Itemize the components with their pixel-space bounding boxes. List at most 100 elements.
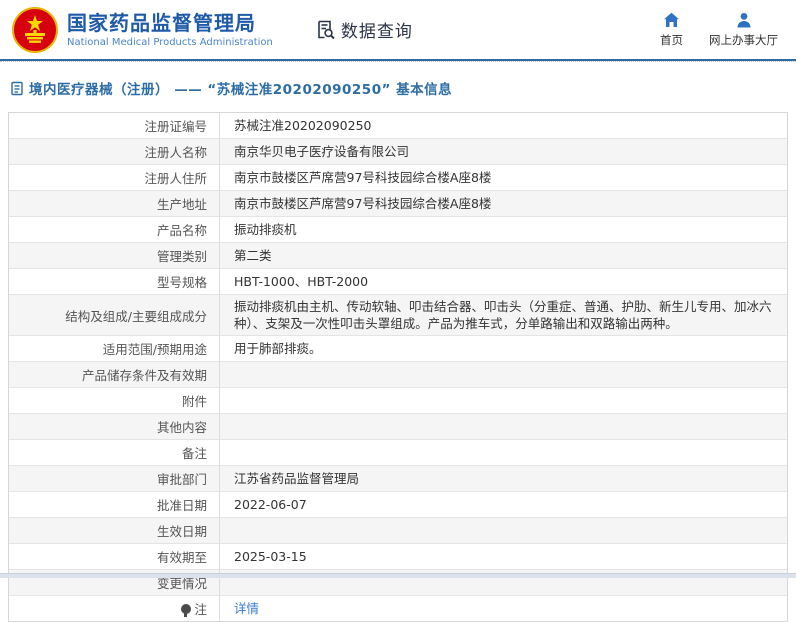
brand[interactable]: 国家药品监督管理局 National Medical Products Admi… — [12, 6, 273, 53]
row-label: 有效期至 — [156, 550, 207, 565]
row-value-cell: 振动排痰机由主机、传动软轴、叩击结合器、叩击头（分重症、普通、护肋、新生儿专用、… — [219, 295, 787, 335]
row-label: 结构及组成/主要组成成分 — [65, 308, 207, 324]
table-row: 注 详情 — [9, 595, 787, 621]
footer-strip — [0, 573, 796, 578]
nav-service-hall[interactable]: 网上办事大厅 — [709, 12, 778, 48]
row-label: 型号规格 — [156, 275, 207, 290]
row-label-cell: 适用范围/预期用途 — [9, 336, 219, 361]
table-row: 生产地址 南京市鼓楼区芦席营97号科技园综合楼A座8楼 — [9, 190, 787, 216]
row-label: 审批部门 — [156, 472, 207, 487]
row-label: 生产地址 — [156, 197, 207, 212]
row-label: 批准日期 — [156, 498, 207, 513]
row-value: 2022-06-07 — [234, 497, 307, 512]
row-label: 生效日期 — [156, 524, 207, 539]
home-icon — [663, 12, 680, 29]
row-value: HBT-1000、HBT-2000 — [234, 274, 369, 289]
row-label-cell: 型号规格 — [9, 269, 219, 294]
row-value-cell: 南京市鼓楼区芦席营97号科技园综合楼A座8楼 — [219, 165, 787, 190]
row-label-cell: 产品名称 — [9, 217, 219, 242]
row-value-cell: 江苏省药品监督管理局 — [219, 466, 787, 491]
row-value-cell: 南京市鼓楼区芦席营97号科技园综合楼A座8楼 — [219, 191, 787, 216]
nav-home[interactable]: 首页 — [660, 12, 683, 48]
table-row: 注册人名称 南京华贝电子医疗设备有限公司 — [9, 138, 787, 164]
row-value: 用于肺部排痰。 — [234, 341, 322, 356]
row-value-cell: 苏械注准20202090250 — [219, 113, 787, 138]
row-label: 备注 — [181, 446, 207, 461]
data-query-label: 数据查询 — [340, 22, 413, 42]
row-label-cell: 批准日期 — [9, 492, 219, 517]
row-label-cell: 管理类别 — [9, 243, 219, 268]
row-value-cell: 南京华贝电子医疗设备有限公司 — [219, 139, 787, 164]
note-icon — [181, 603, 192, 617]
row-value-cell — [219, 414, 787, 439]
row-label-cell: 注 — [9, 596, 219, 621]
breadcrumb: 境内医疗器械（注册） —— “苏械注准20202090250” 基本信息 — [0, 62, 796, 112]
document-icon — [11, 81, 23, 95]
row-label: 其他内容 — [156, 420, 207, 435]
row-value-cell — [219, 440, 787, 465]
row-value: 南京华贝电子医疗设备有限公司 — [234, 144, 410, 159]
national-emblem-logo — [12, 6, 58, 53]
detail-link[interactable]: 详情 — [234, 600, 259, 617]
brand-text: 国家药品监督管理局 National Medical Products Admi… — [67, 11, 273, 49]
page: 国家药品监督管理局 National Medical Products Admi… — [0, 0, 796, 622]
row-label: 附件 — [181, 394, 207, 409]
table-row: 批准日期 2022-06-07 — [9, 491, 787, 517]
row-label: 产品储存条件及有效期 — [81, 368, 207, 383]
table-row: 管理类别 第二类 — [9, 242, 787, 268]
row-label: 产品名称 — [156, 223, 207, 238]
row-value-cell: 用于肺部排痰。 — [219, 336, 787, 361]
nav-service-hall-label: 网上办事大厅 — [709, 32, 778, 47]
row-label: 注 — [194, 602, 207, 617]
row-value-cell: 详情 — [219, 596, 787, 621]
row-value-cell: 第二类 — [219, 243, 787, 268]
user-icon — [736, 12, 752, 29]
row-value: 江苏省药品监督管理局 — [234, 471, 360, 486]
table-row: 型号规格 HBT-1000、HBT-2000 — [9, 268, 787, 294]
table-row: 有效期至 2025-03-15 — [9, 543, 787, 569]
table-row: 注册人住所 南京市鼓楼区芦席营97号科技园综合楼A座8楼 — [9, 164, 787, 190]
table-row: 备注 — [9, 439, 787, 465]
row-value: 南京市鼓楼区芦席营97号科技园综合楼A座8楼 — [234, 196, 492, 211]
row-label-cell: 生产地址 — [9, 191, 219, 216]
row-value-cell: 振动排痰机 — [219, 217, 787, 242]
top-nav: 首页 网上办事大厅 — [660, 12, 778, 48]
row-label-cell: 生效日期 — [9, 518, 219, 543]
row-value-cell — [219, 362, 787, 387]
table-row: 生效日期 — [9, 517, 787, 543]
row-label-cell: 结构及组成/主要组成成分 — [9, 295, 219, 335]
table-row: 附件 — [9, 387, 787, 413]
row-label-cell: 备注 — [9, 440, 219, 465]
row-label-cell: 其他内容 — [9, 414, 219, 439]
row-value: 振动排痰机由主机、传动软轴、叩击结合器、叩击头（分重症、普通、护肋、新生儿专用、… — [234, 299, 772, 331]
table-row: 适用范围/预期用途 用于肺部排痰。 — [9, 335, 787, 361]
row-label-cell: 有效期至 — [9, 544, 219, 569]
row-label-cell: 审批部门 — [9, 466, 219, 491]
row-value-cell — [219, 518, 787, 543]
org-name-cn: 国家药品监督管理局 — [67, 10, 256, 35]
row-label-cell: 注册人住所 — [9, 165, 219, 190]
nav-home-label: 首页 — [660, 32, 683, 47]
row-label: 注册证编号 — [144, 119, 207, 134]
row-label-cell: 注册人名称 — [9, 139, 219, 164]
row-label: 管理类别 — [156, 249, 207, 264]
row-value: 第二类 — [234, 248, 272, 263]
data-query-title: 数据查询 — [315, 17, 413, 42]
table-row: 注册证编号 苏械注准20202090250 — [9, 113, 787, 138]
table-row: 产品名称 振动排痰机 — [9, 216, 787, 242]
row-label-cell: 附件 — [9, 388, 219, 413]
row-value: 振动排痰机 — [234, 222, 297, 237]
row-value: 2025-03-15 — [234, 549, 307, 564]
row-label-cell: 产品储存条件及有效期 — [9, 362, 219, 387]
breadcrumb-text: 境内医疗器械（注册） —— “苏械注准20202090250” 基本信息 — [29, 82, 453, 98]
row-value: 苏械注准20202090250 — [234, 118, 372, 133]
data-query-icon — [318, 20, 335, 40]
site-header: 国家药品监督管理局 National Medical Products Admi… — [0, 0, 796, 61]
row-label: 注册人名称 — [144, 145, 207, 160]
table-row: 审批部门 江苏省药品监督管理局 — [9, 465, 787, 491]
row-label: 适用范围/预期用途 — [102, 342, 207, 357]
row-label: 注册人住所 — [144, 171, 207, 186]
row-value-cell: 2022-06-07 — [219, 492, 787, 517]
row-value: 南京市鼓楼区芦席营97号科技园综合楼A座8楼 — [234, 170, 492, 185]
table-row: 产品储存条件及有效期 — [9, 361, 787, 387]
